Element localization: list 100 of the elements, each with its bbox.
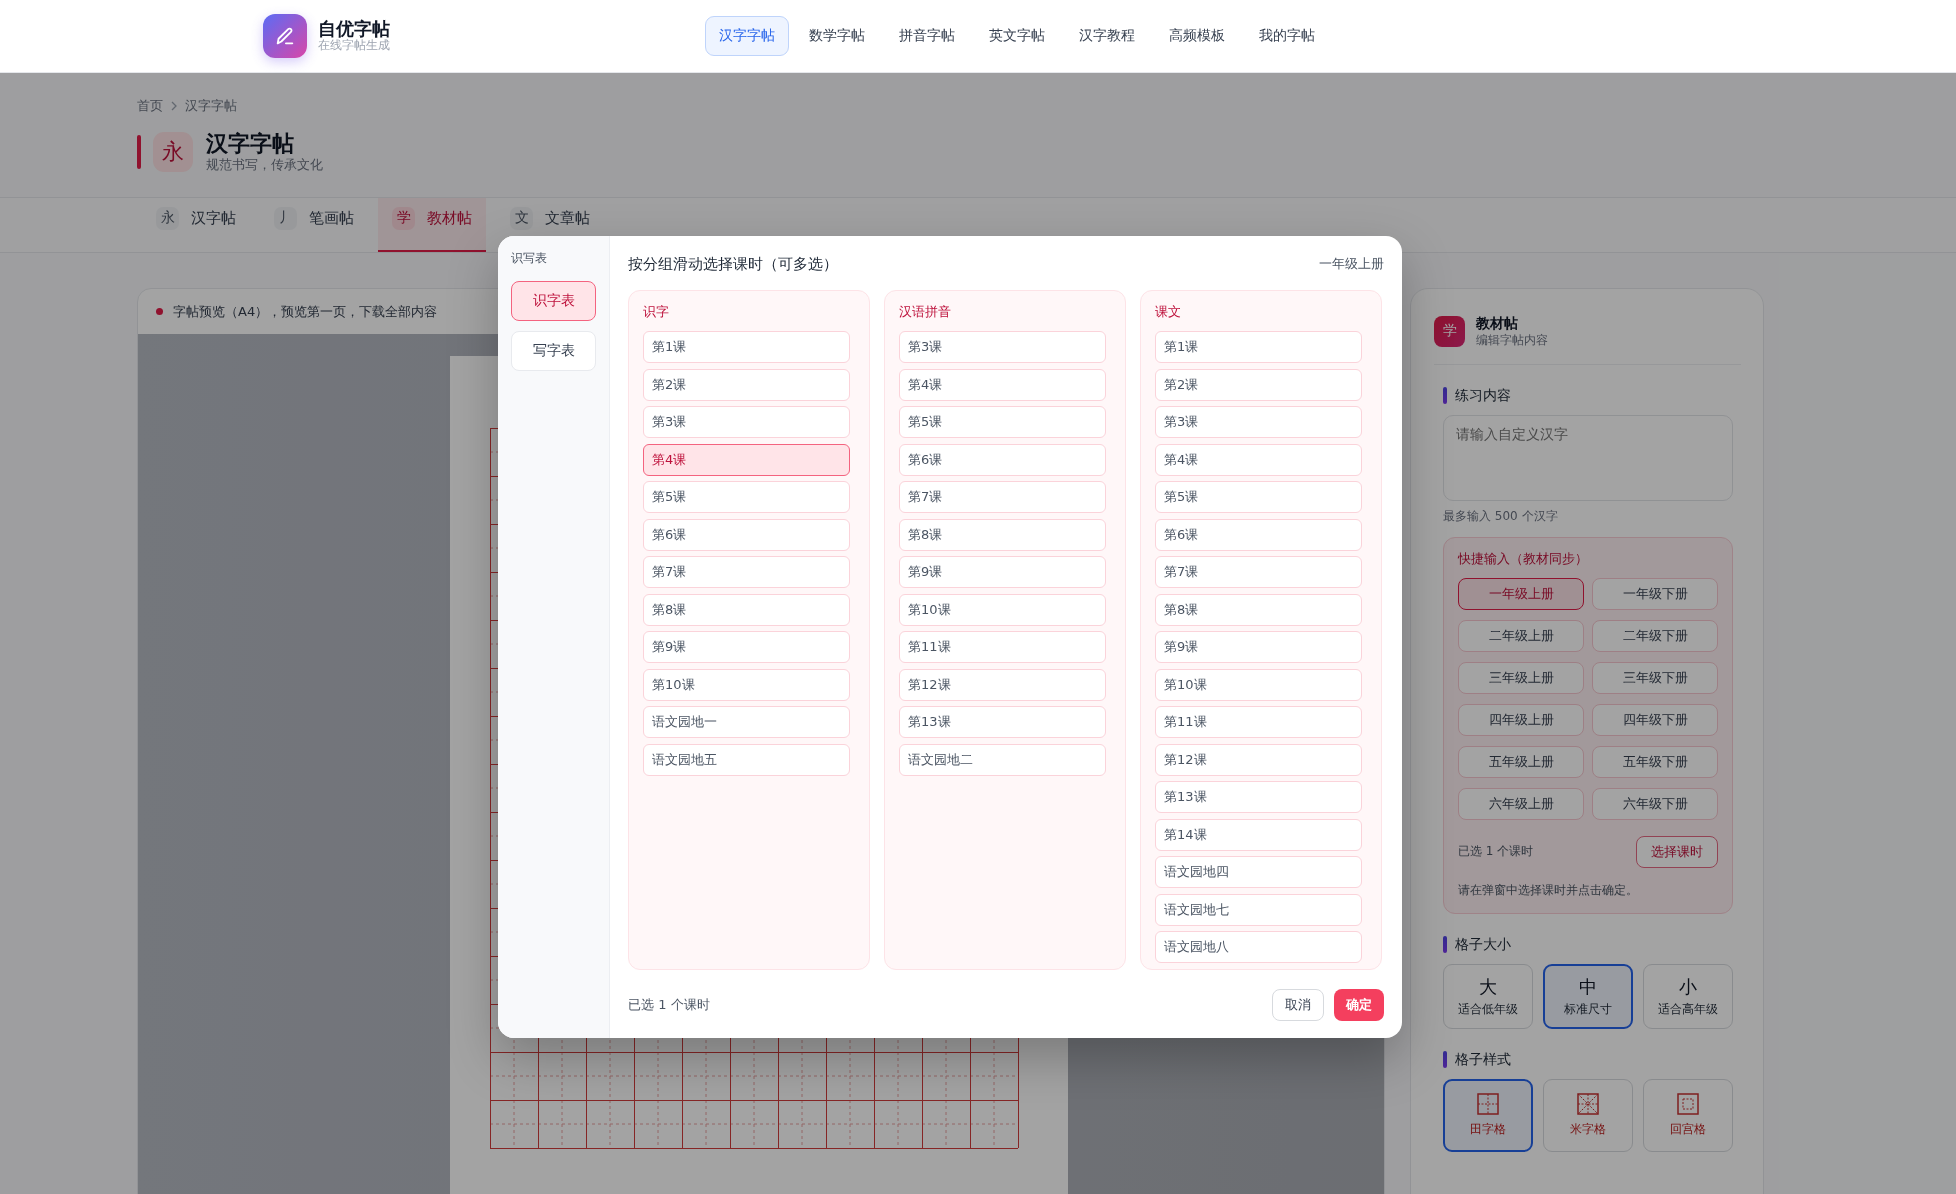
lesson-option[interactable]: 第2课 bbox=[1155, 368, 1362, 401]
editor-glyph-badge: 学 bbox=[1434, 315, 1465, 347]
lesson-option[interactable]: 第12课 bbox=[1155, 743, 1362, 776]
group-title: 课文 bbox=[1155, 303, 1182, 321]
grade-option[interactable]: 六年级上册 bbox=[1458, 787, 1584, 820]
cancel-button[interactable]: 取消 bbox=[1272, 989, 1324, 1021]
size-option[interactable]: 小 适合高年级 bbox=[1643, 963, 1733, 1029]
grid-style-option[interactable]: 回宫格 bbox=[1643, 1078, 1733, 1152]
grid-style-option[interactable]: 田字格 bbox=[1443, 1078, 1533, 1152]
lesson-option[interactable]: 语文园地五 bbox=[643, 743, 850, 776]
list-type-tab[interactable]: 识字表 bbox=[511, 281, 596, 321]
tab-glyph-badge: 学 bbox=[392, 206, 415, 230]
grade-option[interactable]: 六年级下册 bbox=[1592, 787, 1718, 820]
grade-option[interactable]: 四年级下册 bbox=[1592, 703, 1718, 736]
grade-option[interactable]: 五年级上册 bbox=[1458, 745, 1584, 778]
lesson-option[interactable]: 第11课 bbox=[1155, 706, 1362, 738]
lesson-option[interactable]: 第12课 bbox=[899, 668, 1106, 701]
tab[interactable]: 永 汉字帖 bbox=[142, 198, 250, 252]
lesson-option[interactable]: 第4课 bbox=[643, 443, 850, 476]
lesson-option[interactable]: 第7课 bbox=[1155, 556, 1362, 588]
group-title: 识字 bbox=[643, 303, 670, 321]
tab-glyph-badge: 丿 bbox=[274, 206, 297, 230]
tab-glyph-badge: 永 bbox=[156, 206, 179, 230]
grid-style-option[interactable]: 米字格 bbox=[1543, 1078, 1633, 1152]
lesson-option[interactable]: 第9课 bbox=[1155, 631, 1362, 663]
lesson-option[interactable]: 第10课 bbox=[643, 668, 850, 701]
quick-input-hint: 请在弹窗中选择课时并点击确定。 bbox=[1458, 881, 1639, 899]
nav-link[interactable]: 汉字教程 bbox=[1065, 16, 1149, 56]
grade-option[interactable]: 二年级上册 bbox=[1458, 619, 1584, 652]
breadcrumb-link[interactable]: 首页 bbox=[137, 97, 163, 115]
confirm-button[interactable]: 确定 bbox=[1334, 989, 1384, 1021]
lesson-option[interactable]: 第10课 bbox=[1155, 668, 1362, 701]
lesson-option[interactable]: 语文园地四 bbox=[1155, 856, 1362, 888]
dialog-title: 按分组滑动选择课时（可多选） bbox=[628, 254, 838, 274]
lesson-option[interactable]: 第13课 bbox=[899, 706, 1106, 738]
lesson-option[interactable]: 第9课 bbox=[899, 556, 1106, 588]
choose-lessons-button[interactable]: 选择课时 bbox=[1636, 835, 1718, 868]
brand-title: 自优字帖 bbox=[318, 18, 390, 39]
lesson-option[interactable]: 语文园地二 bbox=[899, 743, 1106, 776]
selection-count: 已选 1 个课时 bbox=[628, 996, 710, 1014]
group-title: 汉语拼音 bbox=[899, 303, 952, 321]
nav-link[interactable]: 汉字字帖 bbox=[705, 16, 789, 56]
accent-bar bbox=[137, 135, 141, 169]
lesson-option[interactable]: 第3课 bbox=[899, 331, 1106, 363]
tab[interactable]: 丿 笔画帖 bbox=[260, 198, 368, 252]
grade-option[interactable]: 一年级下册 bbox=[1592, 577, 1718, 610]
lesson-option[interactable]: 第3课 bbox=[643, 406, 850, 438]
lesson-option[interactable]: 第4课 bbox=[1155, 443, 1362, 476]
lesson-option[interactable]: 第5课 bbox=[1155, 481, 1362, 513]
lesson-option[interactable]: 第8课 bbox=[899, 518, 1106, 551]
tab[interactable]: 学 教材帖 bbox=[378, 198, 486, 252]
list-type-tab[interactable]: 写字表 bbox=[511, 331, 596, 371]
lesson-option[interactable]: 第6课 bbox=[1155, 518, 1362, 551]
lesson-option[interactable]: 第6课 bbox=[643, 518, 850, 551]
grade-option[interactable]: 二年级下册 bbox=[1592, 619, 1718, 652]
nav-link[interactable]: 拼音字帖 bbox=[885, 16, 969, 56]
page-title: 汉字字帖 bbox=[206, 131, 295, 158]
lesson-option[interactable]: 第1课 bbox=[1155, 331, 1362, 363]
lesson-option[interactable]: 语文园地八 bbox=[1155, 931, 1362, 963]
lesson-option[interactable]: 第13课 bbox=[1155, 781, 1362, 813]
text-input-field[interactable]: 请输入自定义汉字 bbox=[1443, 414, 1733, 501]
lesson-option[interactable]: 第3课 bbox=[1155, 406, 1362, 438]
nav-link[interactable]: 数学字帖 bbox=[795, 16, 879, 56]
lesson-option[interactable]: 第1课 bbox=[643, 331, 850, 363]
section-heading: 格子大小 bbox=[1455, 935, 1511, 954]
lesson-option[interactable]: 第10课 bbox=[899, 593, 1106, 626]
grade-label: 一年级上册 bbox=[1319, 255, 1384, 273]
lesson-option[interactable]: 第7课 bbox=[899, 481, 1106, 513]
lesson-option[interactable]: 第5课 bbox=[899, 406, 1106, 438]
size-option[interactable]: 中 标准尺寸 bbox=[1543, 963, 1633, 1029]
lesson-option[interactable]: 第5课 bbox=[643, 481, 850, 513]
grade-option[interactable]: 一年级上册 bbox=[1458, 577, 1584, 610]
grade-option[interactable]: 三年级上册 bbox=[1458, 661, 1584, 694]
grade-option[interactable]: 四年级上册 bbox=[1458, 703, 1584, 736]
lesson-option[interactable]: 第7课 bbox=[643, 556, 850, 588]
nav-link[interactable]: 高频模板 bbox=[1155, 16, 1239, 56]
hui-grid-icon bbox=[1677, 1092, 1699, 1115]
section-marker bbox=[1443, 387, 1447, 404]
nav-link[interactable]: 我的字帖 bbox=[1245, 16, 1329, 56]
selected-count: 已选 1 个课时 bbox=[1458, 843, 1534, 860]
bullet-dot-icon bbox=[156, 308, 163, 315]
lesson-option[interactable]: 第6课 bbox=[899, 443, 1106, 476]
editor-subtitle: 编辑字帖内容 bbox=[1476, 332, 1548, 348]
page-subtitle: 规范书写，传承文化 bbox=[206, 157, 323, 173]
brand-subtitle: 在线字帖生成 bbox=[318, 39, 390, 54]
section-marker bbox=[1443, 936, 1447, 953]
lesson-option[interactable]: 第8课 bbox=[643, 593, 850, 626]
size-option[interactable]: 大 适合低年级 bbox=[1443, 963, 1533, 1029]
breadcrumb-link[interactable]: 汉字字帖 bbox=[185, 97, 237, 115]
grade-option[interactable]: 三年级下册 bbox=[1592, 661, 1718, 694]
lesson-option[interactable]: 第9课 bbox=[643, 631, 850, 663]
lesson-option[interactable]: 语文园地一 bbox=[643, 706, 850, 738]
lesson-option[interactable]: 第14课 bbox=[1155, 818, 1362, 851]
lesson-option[interactable]: 第2课 bbox=[643, 368, 850, 401]
lesson-option[interactable]: 第11课 bbox=[899, 631, 1106, 663]
lesson-option[interactable]: 第8课 bbox=[1155, 593, 1362, 626]
grade-option[interactable]: 五年级下册 bbox=[1592, 745, 1718, 778]
lesson-option[interactable]: 语文园地七 bbox=[1155, 893, 1362, 926]
lesson-option[interactable]: 第4课 bbox=[899, 368, 1106, 401]
nav-link[interactable]: 英文字帖 bbox=[975, 16, 1059, 56]
